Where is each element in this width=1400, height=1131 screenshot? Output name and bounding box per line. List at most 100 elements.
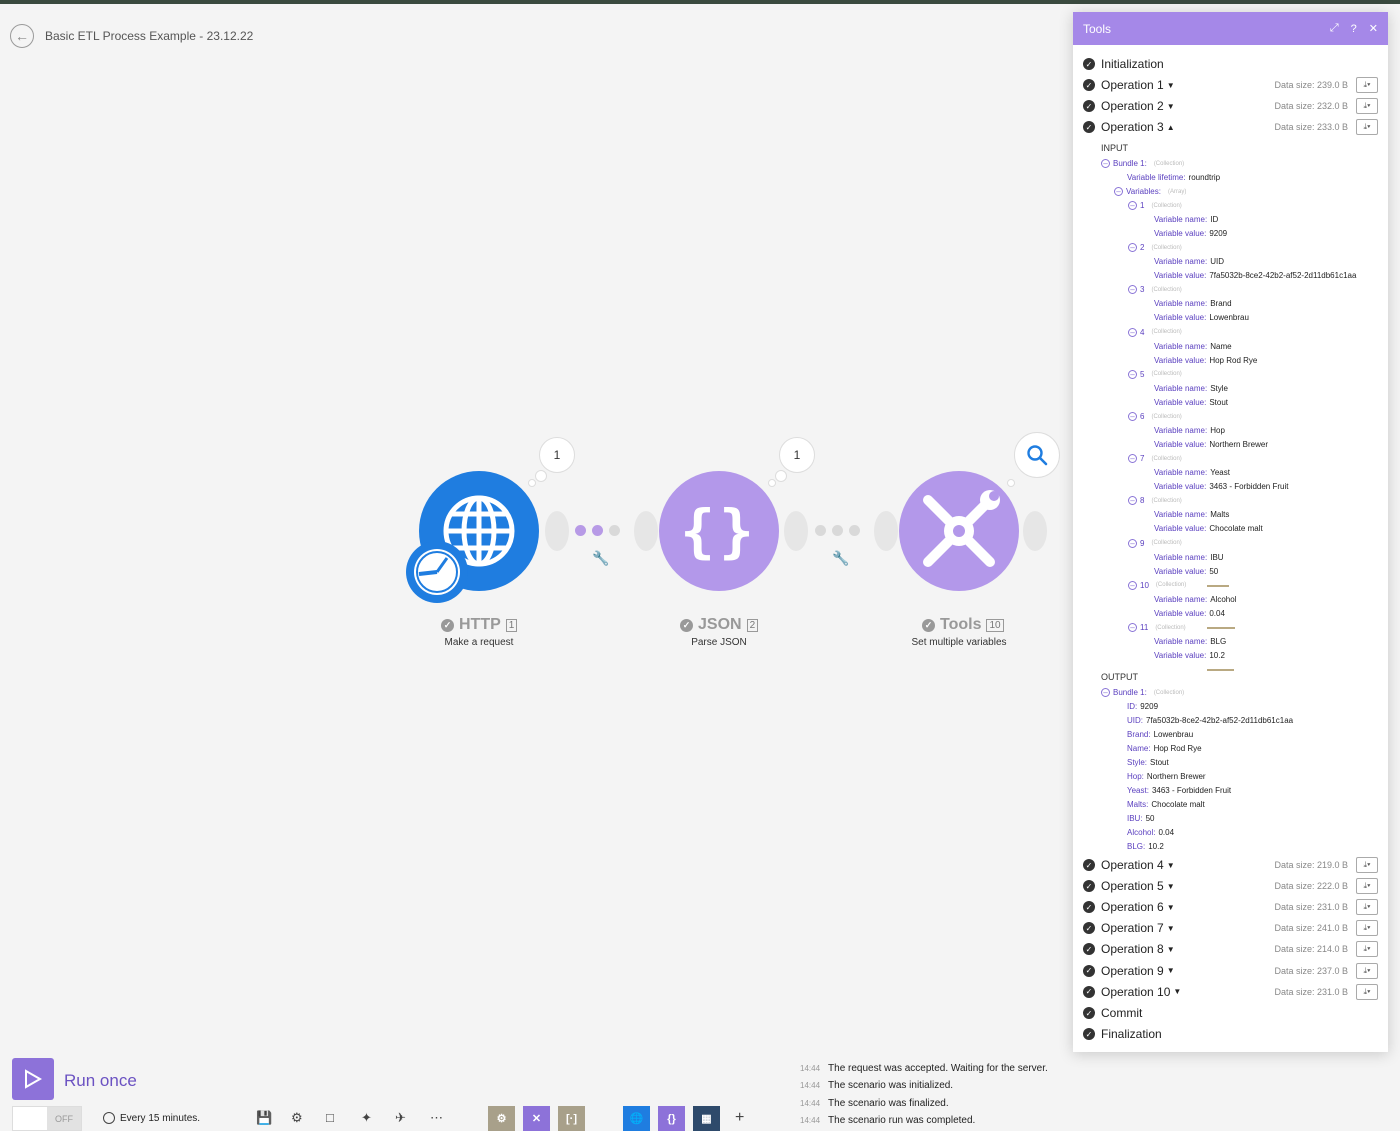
variable-item[interactable]: –10 (Collection) xyxy=(1128,580,1186,590)
tools-module[interactable] xyxy=(899,471,1019,591)
operation-label: Operation 1 xyxy=(1101,78,1164,92)
variable-item[interactable]: –9 (Collection) xyxy=(1128,538,1182,548)
top-bar xyxy=(0,0,1400,4)
operation-row[interactable]: ✓ Operation 9 ▼ Data size: 237.0 B ⤓▾ xyxy=(1083,961,1378,981)
download-icon[interactable]: ⤓▾ xyxy=(1356,878,1378,895)
output-field-row: Name: Hop Rod Rye xyxy=(1127,744,1202,753)
download-icon[interactable]: ⤓▾ xyxy=(1356,98,1378,114)
collapse-icon[interactable]: – xyxy=(1101,159,1110,168)
more-icon[interactable]: ⋯ xyxy=(430,1110,443,1126)
close-icon[interactable]: ✕ xyxy=(1369,22,1378,35)
flow-control-shortcut[interactable]: ✕ xyxy=(523,1106,550,1131)
collapse-icon[interactable]: – xyxy=(1128,369,1137,379)
operations-count-bubble[interactable]: 1 xyxy=(779,437,815,473)
variable-value-row: Variable value: Northern Brewer xyxy=(1154,440,1269,449)
scenario-title[interactable]: Basic ETL Process Example - 23.12.22 xyxy=(45,29,253,43)
operation-row[interactable]: ✓ Operation 1 ▼ Data size: 239.0 B ⤓▾ xyxy=(1083,75,1378,95)
notes-icon[interactable]: □ xyxy=(326,1110,334,1125)
scheduling-toggle[interactable]: OFF xyxy=(12,1106,82,1131)
collapse-icon[interactable]: – xyxy=(1128,623,1137,632)
operation-row[interactable]: ✓ Initialization xyxy=(1083,54,1378,74)
json-module[interactable]: {} xyxy=(659,471,779,591)
connection-http-json[interactable] xyxy=(575,524,620,536)
add-icon[interactable]: + xyxy=(735,1109,744,1127)
download-icon[interactable]: ⤓▾ xyxy=(1356,962,1378,979)
download-icon[interactable]: ⤓▾ xyxy=(1356,857,1378,873)
wrench-icon[interactable]: 🔧 xyxy=(592,550,609,567)
operation-row[interactable]: ✓ Operation 8 ▼ Data size: 214.0 B ⤓▾ xyxy=(1083,939,1378,959)
variable-item[interactable]: –5 (Collection) xyxy=(1128,369,1182,379)
data-size: Data size: 232.0 B xyxy=(1274,101,1348,111)
download-icon[interactable]: ⤓▾ xyxy=(1356,941,1378,958)
save-icon[interactable]: 💾 xyxy=(256,1110,272,1126)
schedule-clock[interactable] xyxy=(406,541,468,603)
sheets-module-shortcut[interactable]: ▦ xyxy=(693,1106,720,1131)
operation-row[interactable]: ✓ Operation 4 ▼ Data size: 219.0 B ⤓▾ xyxy=(1083,855,1378,875)
variable-item[interactable]: –8 (Collection) xyxy=(1128,496,1182,506)
collapse-icon[interactable]: – xyxy=(1128,201,1137,210)
help-icon[interactable]: ? xyxy=(1351,23,1357,35)
collapse-icon[interactable]: – xyxy=(1128,538,1137,548)
operation-row[interactable]: ✓ Operation 7 ▼ Data size: 241.0 B ⤓▾ xyxy=(1083,918,1378,938)
variable-item[interactable]: –7 (Collection) xyxy=(1128,454,1182,464)
operation-row[interactable]: ✓ Commit xyxy=(1083,1003,1378,1023)
collapse-icon[interactable]: – xyxy=(1128,580,1137,590)
caret-up-icon: ▲ xyxy=(1166,122,1175,132)
collapse-icon[interactable]: – xyxy=(1128,327,1137,337)
operation-row[interactable]: ✓ Operation 5 ▼ Data size: 222.0 B ⤓▾ xyxy=(1083,876,1378,896)
variable-item[interactable]: –6 (Collection) xyxy=(1128,412,1182,421)
operation-row[interactable]: ✓ Operation 3 ▲ Data size: 233.0 B ⤓▾ xyxy=(1083,117,1378,137)
variable-value-row: Variable value: Hop Rod Rye xyxy=(1154,355,1258,365)
inspect-button[interactable] xyxy=(1014,432,1060,478)
collapse-icon[interactable]: – xyxy=(1128,454,1137,464)
variable-item[interactable]: –2 (Collection) xyxy=(1128,243,1182,253)
operation-row[interactable]: ✓ Operation 6 ▼ Data size: 231.0 B ⤓▾ xyxy=(1083,897,1378,917)
expand-icon[interactable]: ⤢ xyxy=(1330,22,1339,35)
download-icon[interactable]: ⤓▾ xyxy=(1356,983,1378,1000)
download-icon[interactable]: ⤓▾ xyxy=(1356,77,1378,93)
download-icon[interactable]: ⤓▾ xyxy=(1356,119,1378,135)
variable-item[interactable]: –3 (Collection) xyxy=(1128,285,1182,295)
run-once-label[interactable]: Run once xyxy=(64,1071,137,1091)
data-size: Data size: 233.0 B xyxy=(1274,122,1348,132)
caret-down-icon: ▼ xyxy=(1166,966,1175,975)
wrench-icon[interactable]: 🔧 xyxy=(832,550,849,567)
caret-down-icon: ▼ xyxy=(1166,944,1175,954)
text-parser-shortcut[interactable]: [·] xyxy=(558,1106,585,1131)
variable-item[interactable]: –11 (Collection) xyxy=(1128,623,1186,632)
collapse-icon[interactable]: – xyxy=(1128,412,1137,421)
check-icon: ✓ xyxy=(1083,901,1095,914)
bubble-tail xyxy=(768,479,776,487)
collapse-icon[interactable]: – xyxy=(1114,187,1123,196)
settings-icon[interactable]: ⚙ xyxy=(291,1110,303,1126)
output-field-row: ID: 9209 xyxy=(1127,702,1159,711)
variable-name-row: Variable name: ID xyxy=(1154,215,1219,224)
operation-row[interactable]: ✓ Operation 2 ▼ Data size: 232.0 B ⤓▾ xyxy=(1083,96,1378,116)
variables-row[interactable]: – Variables: (Array) xyxy=(1114,187,1186,196)
json-module-shortcut[interactable]: {} xyxy=(658,1106,685,1131)
collapse-icon[interactable]: – xyxy=(1128,285,1137,295)
airplane-icon[interactable]: ✈ xyxy=(395,1110,406,1126)
check-icon: ✓ xyxy=(1083,58,1095,70)
download-icon[interactable]: ⤓▾ xyxy=(1356,920,1378,937)
collapse-icon[interactable]: – xyxy=(1128,243,1137,253)
variable-item[interactable]: –1 (Collection) xyxy=(1128,201,1182,210)
variable-name-row: Variable name: Yeast xyxy=(1154,468,1230,478)
output-bundle-row[interactable]: – Bundle 1: (Collection) xyxy=(1101,688,1184,697)
operation-row[interactable]: ✓ Finalization xyxy=(1083,1024,1378,1044)
collapse-icon[interactable]: – xyxy=(1101,688,1110,697)
run-once-button[interactable] xyxy=(12,1058,54,1100)
tools-module-shortcut[interactable]: ⚙ xyxy=(488,1106,515,1131)
http-module-shortcut[interactable]: 🌐 xyxy=(623,1106,650,1131)
variable-item[interactable]: –4 (Collection) xyxy=(1128,327,1182,337)
back-button[interactable]: ← xyxy=(10,24,34,48)
operations-count-bubble[interactable]: 1 xyxy=(539,437,575,473)
magic-wand-icon[interactable]: ✦ xyxy=(361,1110,372,1126)
bundle-row[interactable]: – Bundle 1: (Collection) xyxy=(1101,159,1184,168)
operation-row[interactable]: ✓ Operation 10 ▼ Data size: 231.0 B ⤓▾ xyxy=(1083,982,1378,1002)
schedule-setting[interactable]: Every 15 minutes. xyxy=(103,1112,200,1124)
log-entry: 14:44 The request was accepted. Waiting f… xyxy=(800,1063,1048,1074)
connection-json-tools[interactable] xyxy=(815,524,860,536)
download-icon[interactable]: ⤓▾ xyxy=(1356,899,1378,916)
collapse-icon[interactable]: – xyxy=(1128,496,1137,506)
